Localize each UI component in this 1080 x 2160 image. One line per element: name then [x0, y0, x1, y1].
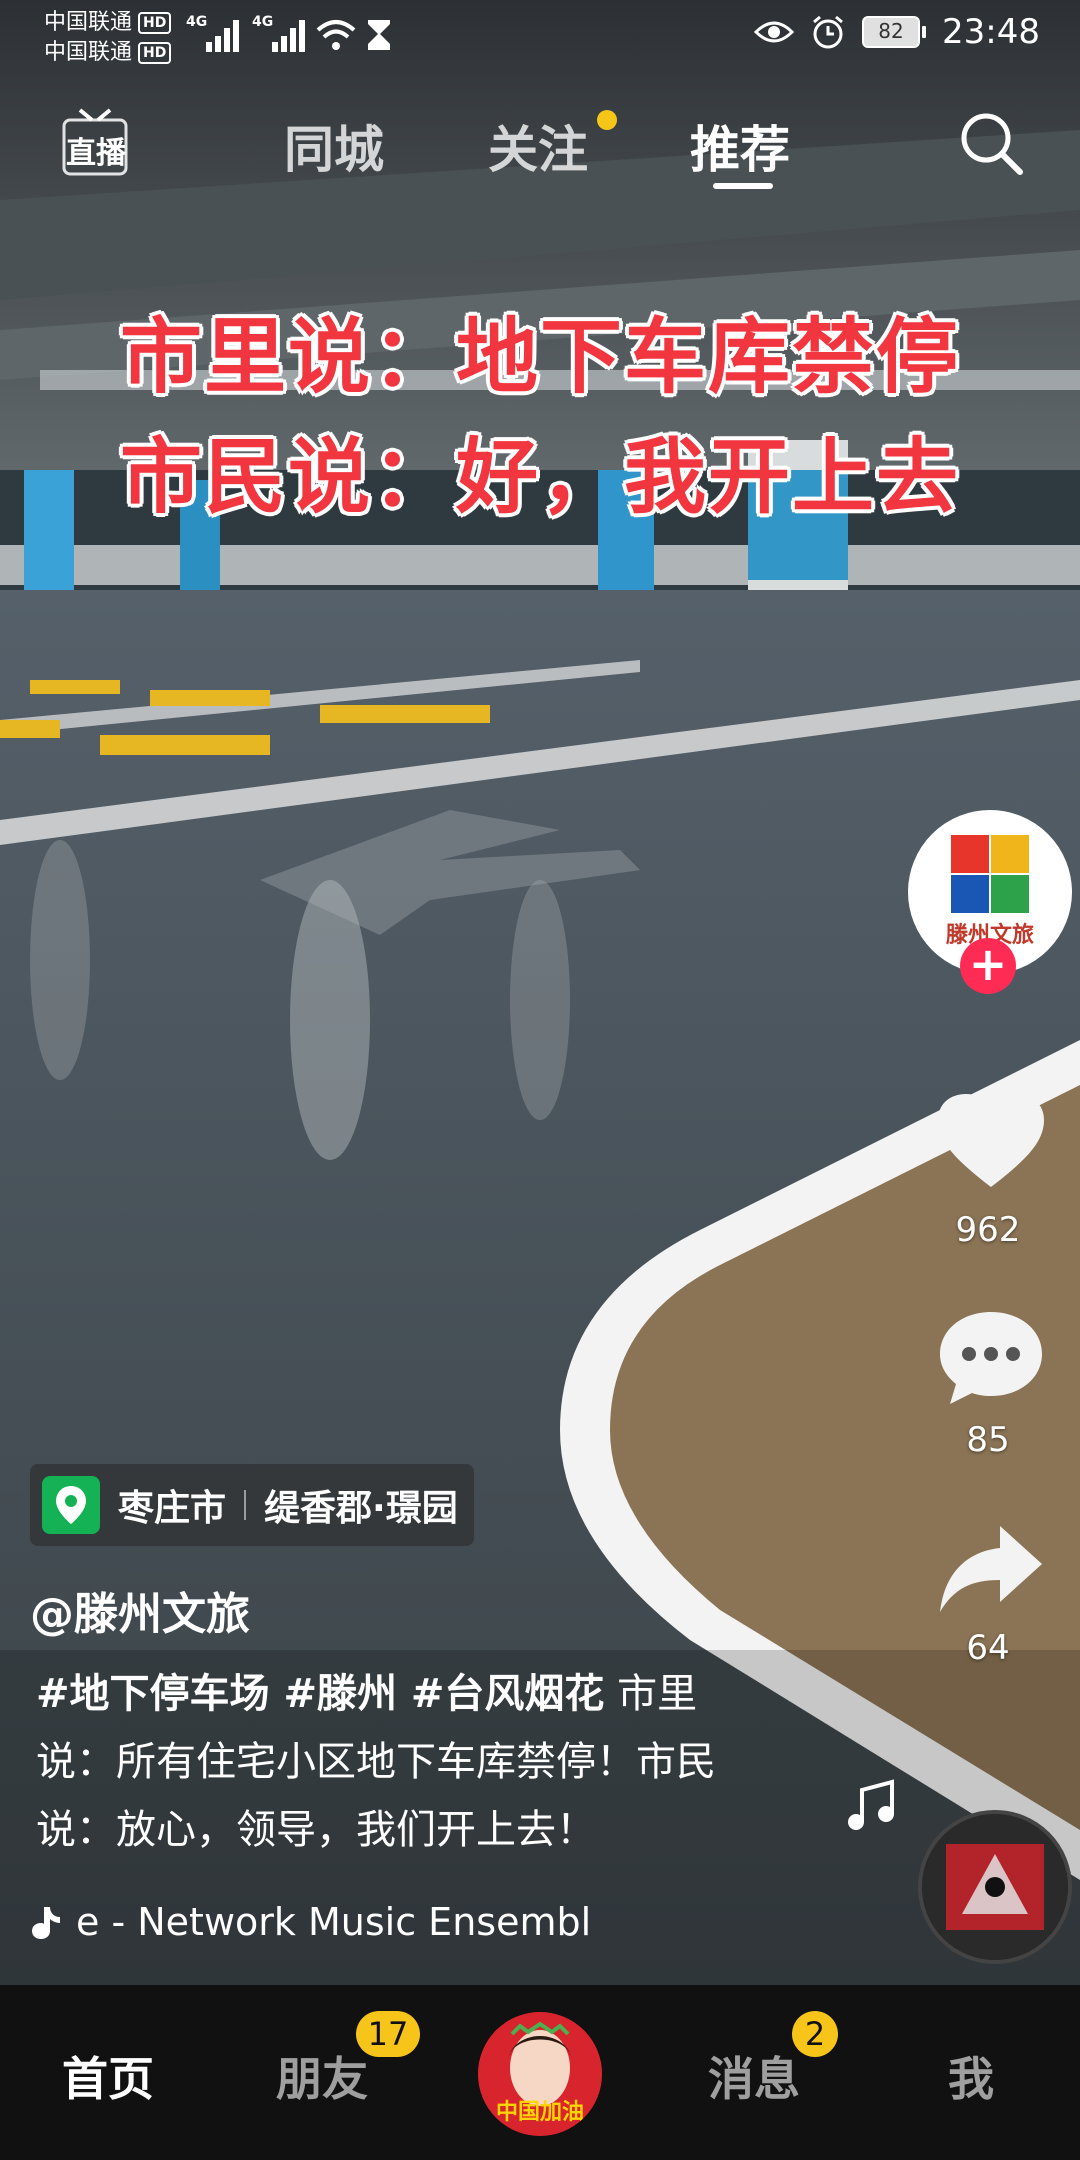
alarm-icon: [813, 15, 843, 49]
battery-icon: 82: [862, 16, 927, 48]
music-title: e - Network Music Ensembl: [76, 1900, 592, 1944]
eye-comfort-icon: [754, 21, 795, 43]
hd-badge-2: HD: [138, 42, 172, 64]
music-disc[interactable]: [918, 1810, 1072, 1964]
nav-me[interactable]: 我: [948, 2043, 994, 2109]
carrier-info: 中国联通 HD 中国联通 HD: [44, 8, 172, 68]
nav-home[interactable]: 首页: [62, 2043, 154, 2109]
tiktok-note-icon: [32, 1907, 60, 1939]
location-tag[interactable]: 枣庄市 缇香郡·璟园: [30, 1464, 474, 1546]
follow-button[interactable]: +: [960, 938, 1016, 994]
hourglass-icon: [368, 20, 390, 50]
wifi-icon: [316, 20, 356, 50]
like-count: 962: [955, 1210, 1021, 1250]
video-caption-line2: 市民说：好，我开上去: [119, 430, 960, 525]
tab-following[interactable]: 关注: [488, 110, 588, 182]
carrier-2: 中国联通: [44, 40, 133, 65]
video-caption-line1: 市里说：地下车库禁停: [119, 310, 960, 405]
battery-level: 82: [862, 16, 921, 48]
network-type-1: 4G: [186, 14, 208, 30]
network-type-2: 4G: [252, 14, 274, 30]
tab-recommended[interactable]: 推荐: [690, 110, 790, 182]
location-pin-icon: [42, 1476, 100, 1534]
carrier-1: 中国联通: [44, 10, 133, 35]
video-description[interactable]: #地下停车场 #滕州 #台风烟花 市里说：所有住宅小区地下车库禁停！市民说：放心…: [36, 1660, 776, 1864]
app-screen: 中国联通 HD 中国联通 HD 4G 4G 82 23:48 直播 同城 关注 …: [0, 0, 1080, 2160]
location-separator: [244, 1490, 247, 1520]
status-bar: 中国联通 HD 中国联通 HD 4G 4G 82 23:48: [0, 0, 1080, 80]
tab-nearby[interactable]: 同城: [284, 110, 384, 182]
hashtags[interactable]: #地下停车场 #滕州 #台风烟花: [36, 1671, 604, 1717]
hd-badge-1: HD: [138, 12, 172, 34]
live-label: 直播: [66, 136, 126, 171]
music-info[interactable]: e - Network Music Ensembl: [30, 1900, 616, 1944]
nav-friends[interactable]: 朋友: [276, 2043, 368, 2109]
create-button[interactable]: 中国加油: [478, 2012, 602, 2136]
create-button-text: 中国加油: [495, 2100, 584, 2125]
comment-icon[interactable]: [936, 1308, 1046, 1408]
share-count: 64: [966, 1628, 1010, 1668]
top-nav: 直播 同城 关注 推荐: [0, 100, 1080, 200]
location-place: 缇香郡·璟园: [264, 1488, 458, 1529]
action-rail: [920, 0, 1080, 1985]
comment-count: 85: [966, 1420, 1010, 1460]
album-cover-icon: [922, 1814, 1068, 1960]
share-icon[interactable]: [936, 1522, 1046, 1622]
location-city: 枣庄市: [118, 1488, 227, 1529]
active-tab-indicator: [713, 183, 773, 189]
live-button[interactable]: 直播: [62, 106, 128, 178]
music-note-icon: [848, 1779, 894, 1830]
like-icon[interactable]: [936, 1092, 1046, 1192]
following-notification-dot: [597, 110, 617, 130]
nav-messages[interactable]: 消息: [708, 2043, 800, 2109]
friends-badge: 17: [356, 2011, 420, 2057]
author-handle[interactable]: @滕州文旅: [30, 1578, 250, 1642]
messages-badge: 2: [792, 2011, 838, 2057]
